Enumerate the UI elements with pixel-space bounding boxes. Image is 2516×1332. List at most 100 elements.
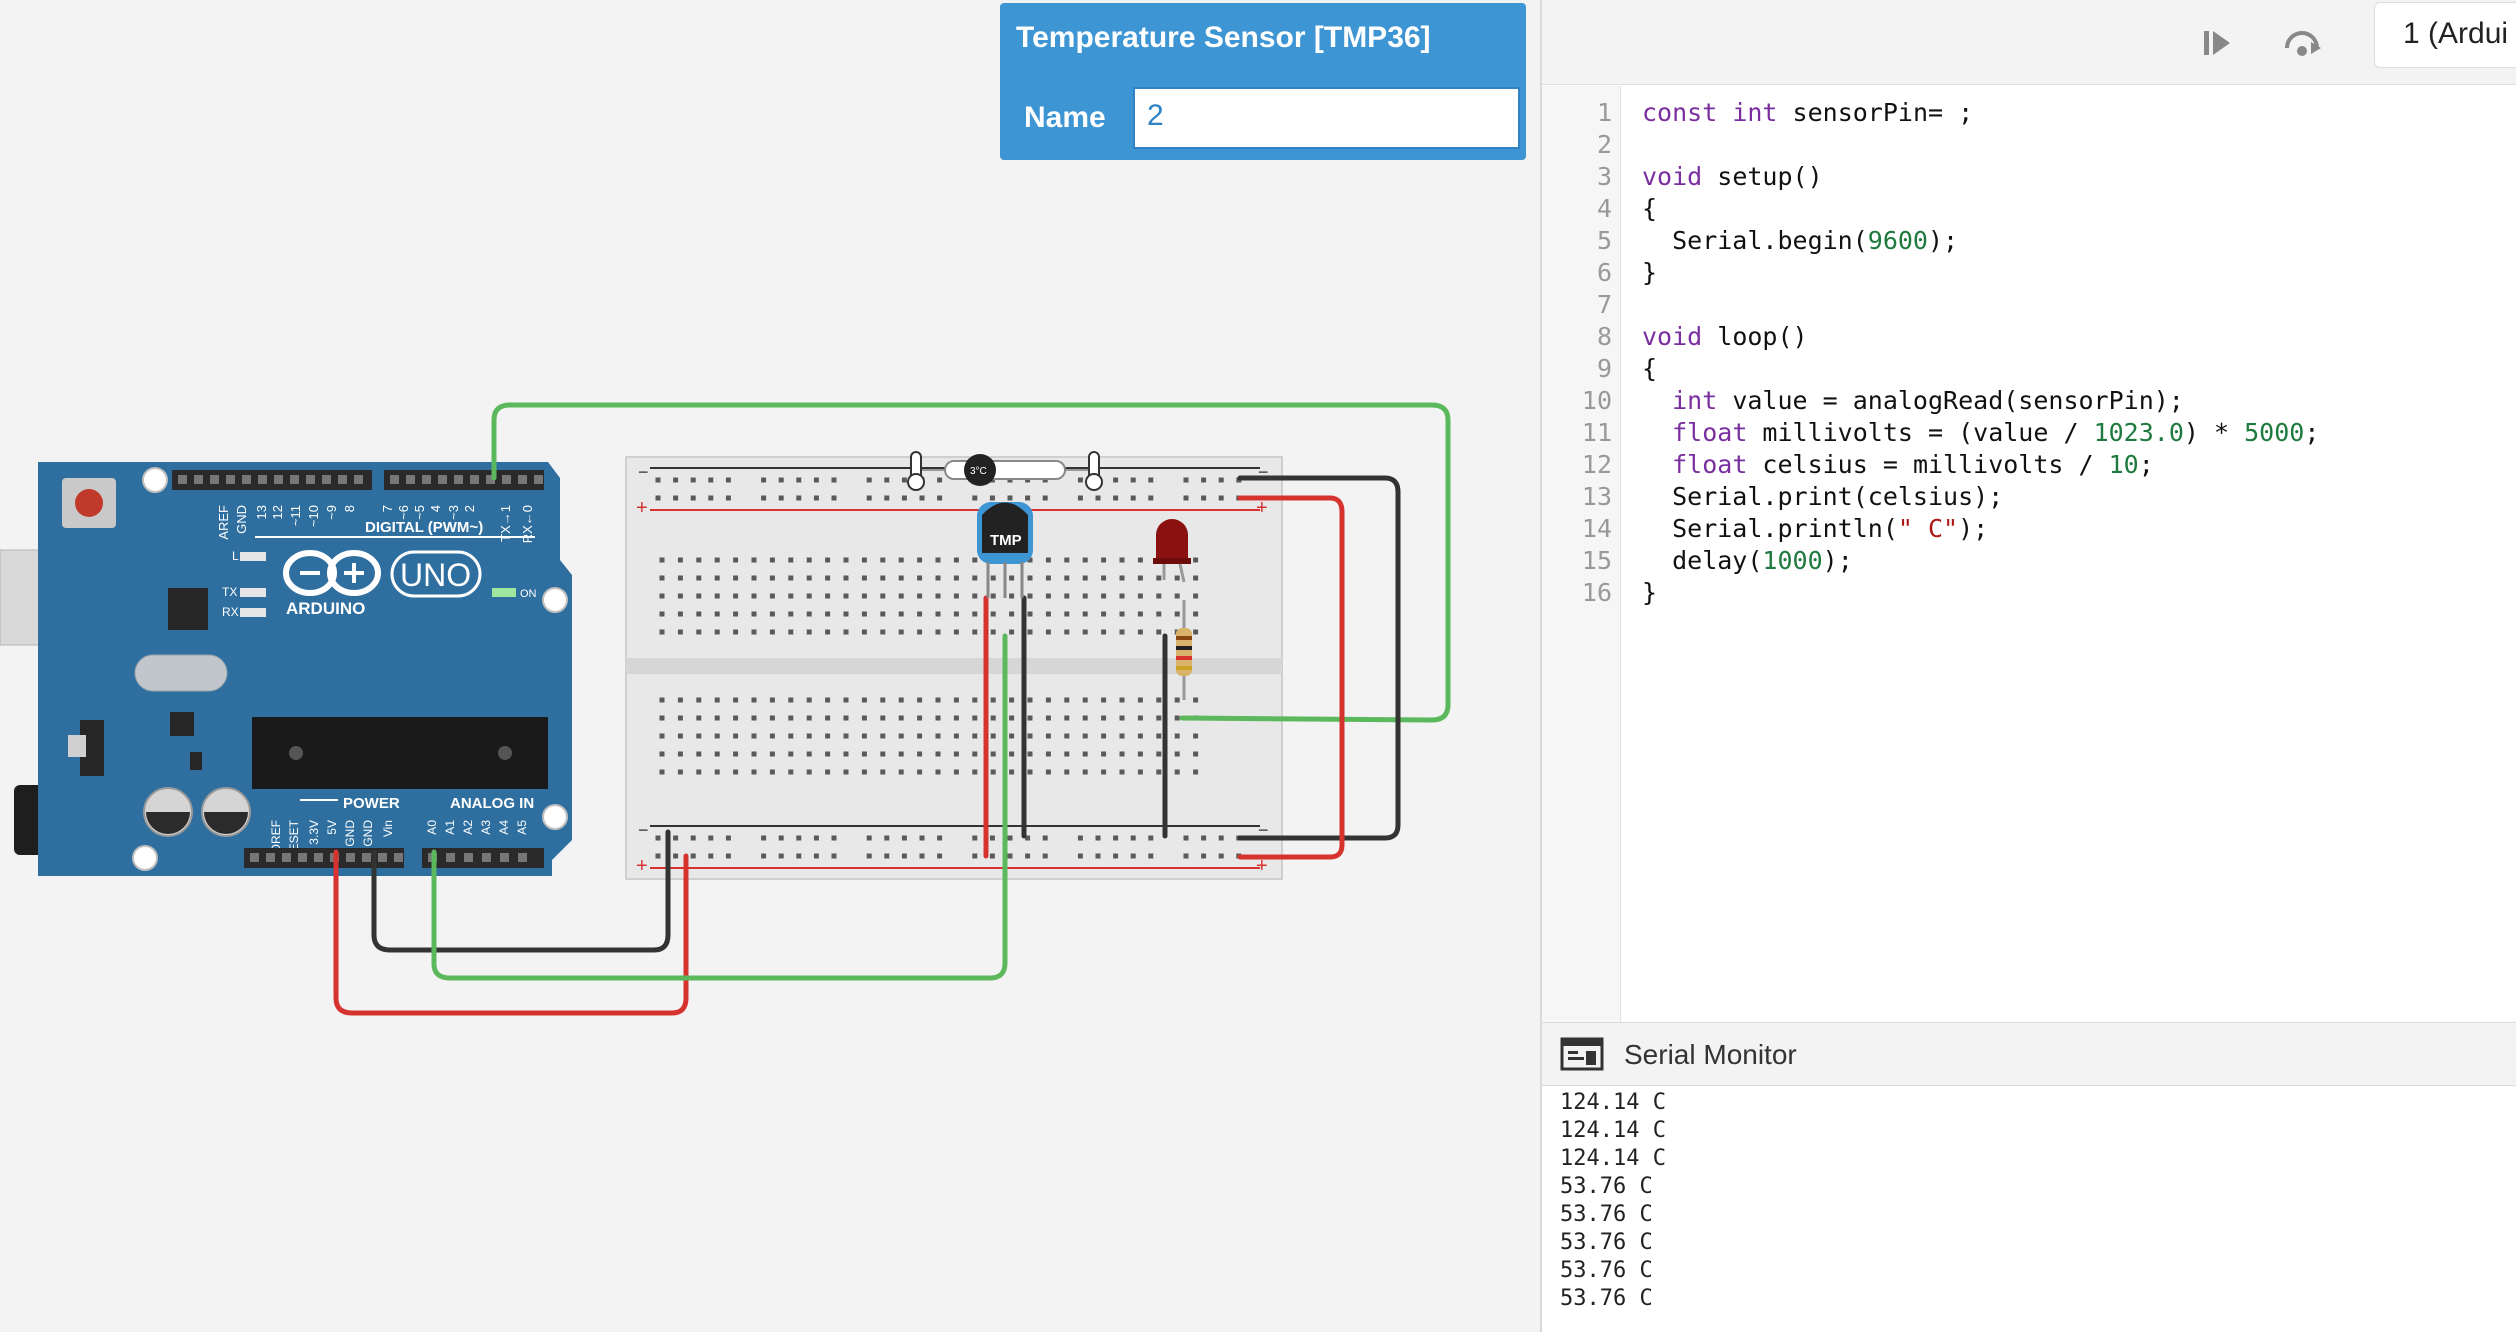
digital-label: DIGITAL (PWM~) [365,519,483,536]
digital-pin-label: ~10 [306,505,321,527]
line-number: 16 [1581,578,1612,607]
digital-pin-label: 8 [342,505,357,512]
thermometer-hot-icon [1085,451,1103,491]
serial-output-line: 124.14 C [1560,1118,1666,1143]
circuit-schematic[interactable]: AREF GND 13 12 ~11 ~10 ~9 8 7 ~6 ~5 4 ~3 2 TX→1 RX←0 DI… [0,0,1540,1332]
thermometer-cold-icon [907,451,925,491]
line-number: 2 [1596,130,1612,159]
serial-output-line: 124.14 C [1560,1090,1666,1115]
l-label: L [232,549,239,563]
terminal-window-icon [1560,1037,1604,1071]
arduino-pcb [38,462,572,876]
code-line[interactable]: int value = analogRead(sensorPin); [1642,386,2184,415]
arduino-uno-board[interactable]: AREF GND 13 12 ~11 ~10 ~9 8 7 ~6 ~5 4 ~3 2 TX→1 RX←0 DI… [0,462,572,876]
digital-pin-label: ~3 [446,505,461,520]
line-number: 3 [1596,162,1612,191]
digital-pin-label: 12 [270,505,285,519]
line-number: 11 [1581,418,1612,447]
digital-pin-label: 13 [254,505,269,519]
digital-pin-label: ~11 [288,505,303,526]
header-pin-label: A0 [425,820,439,835]
debug-target-select[interactable]: 1 (Ardui [2374,2,2516,68]
line-number: 5 [1596,226,1612,255]
serial-output-line: 53.76 C [1560,1230,1653,1255]
header-pin-label: Vin [381,820,395,837]
code-line[interactable]: float millivolts = (value / 1023.0) * 50… [1642,418,2319,447]
svg-text:+: + [636,497,648,519]
code-line[interactable]: const int sensorPin= ; [1642,98,1973,127]
line-number: 14 [1581,514,1612,543]
digital-pin-label: 2 [462,505,477,512]
rx-label: RX [222,605,239,619]
digital-pin-label: AREF [216,505,231,540]
digital-pin-label: ~6 [396,505,411,520]
line-number: 7 [1596,290,1612,319]
code-line[interactable]: delay(1000); [1642,546,1853,575]
serial-monitor-title: Serial Monitor [1624,1039,1797,1070]
serial-output-line: 53.76 C [1560,1286,1653,1311]
code-panel: 1 (Ardui 1 2 3 4 5 6 7 8 9 10 11 12 13 14 15 16 const i… [1540,0,2516,1332]
line-number: 13 [1581,482,1612,511]
line-number: 10 [1581,386,1612,415]
restart-icon[interactable] [2277,18,2327,68]
line-number: 4 [1596,194,1612,223]
svg-text:−: − [638,820,649,840]
name-input[interactable]: 2 [1133,87,1520,149]
header-pin-label: A4 [497,820,511,835]
name-property-row: Name 2 [1010,83,1520,151]
tx-label: TX [222,585,237,599]
digital-pin-label: GND [234,505,249,534]
tmp-label: TMP [990,532,1022,549]
header-pin-label: 3.3V [307,820,321,845]
step-forward-icon[interactable] [2192,18,2242,68]
circuit-canvas[interactable]: AREF GND 13 12 ~11 ~10 ~9 8 7 ~6 ~5 4 ~3 2 TX→1 RX←0 DI… [0,0,1540,1332]
code-editor[interactable]: 1 2 3 4 5 6 7 8 9 10 11 12 13 14 15 16 const int sensor… [1542,86,2516,1022]
code-line[interactable]: } [1642,578,1657,607]
header-pin-label: A3 [479,820,493,835]
line-number: 9 [1596,354,1612,383]
line-number: 15 [1581,546,1612,575]
code-line[interactable]: float celsius = millivolts / 10; [1642,450,2154,479]
power-label: POWER [343,795,400,812]
on-label: ON [520,588,537,600]
code-line[interactable]: void loop() [1642,322,1808,351]
analog-label: ANALOG IN [450,795,534,812]
code-line[interactable]: Serial.print(celsius); [1642,482,2003,511]
header-pin-label: A1 [443,820,457,835]
svg-text:+: + [636,855,648,877]
line-number: 6 [1596,258,1612,287]
code-line[interactable]: Serial.println(" C"); [1642,514,1988,543]
code-line[interactable]: { [1642,354,1657,383]
component-title: Temperature Sensor [TMP36] [1016,21,1431,54]
header-pin-label: GND [361,820,375,847]
digital-pin-label: ~9 [324,505,339,520]
header-pin-label: A5 [515,820,529,835]
slider-value: 3°C [970,466,987,477]
digital-pin-label: 7 [380,505,395,512]
header-pin-label: A2 [461,820,475,835]
serial-output-line: 124.14 C [1560,1146,1666,1171]
serial-monitor-output: 124.14 C 124.14 C 124.14 C 53.76 C 53.76 C 53… [1542,1086,2516,1332]
digital-pin-label: ~5 [412,505,427,520]
code-line[interactable]: void setup() [1642,162,1823,191]
serial-output-line: 53.76 C [1560,1258,1653,1283]
line-number: 1 [1596,98,1612,127]
arduino-model: UNO [400,557,471,593]
header-pin-label: GND [343,820,357,847]
header-pin-label: 5V [325,820,339,835]
code-line[interactable]: } [1642,258,1657,287]
code-line[interactable]: Serial.begin(9600); [1642,226,1958,255]
line-number-gutter: 1 2 3 4 5 6 7 8 9 10 11 12 13 14 15 16 [1542,86,1621,1022]
line-number: 12 [1581,450,1612,479]
code-line[interactable]: { [1642,194,1657,223]
name-label: Name [1024,101,1106,134]
svg-text:−: − [638,462,649,482]
component-properties-panel: Temperature Sensor [TMP36] Name 2 [1000,3,1526,160]
serial-monitor-header[interactable]: Serial Monitor [1542,1022,2516,1086]
digital-pin-label: 4 [428,505,443,512]
code-toolbar: 1 (Ardui [1542,0,2516,85]
arduino-brand: ARDUINO [286,599,365,618]
serial-output-line: 53.76 C [1560,1174,1653,1199]
serial-output-line: 53.76 C [1560,1202,1653,1227]
line-number: 8 [1596,322,1612,351]
